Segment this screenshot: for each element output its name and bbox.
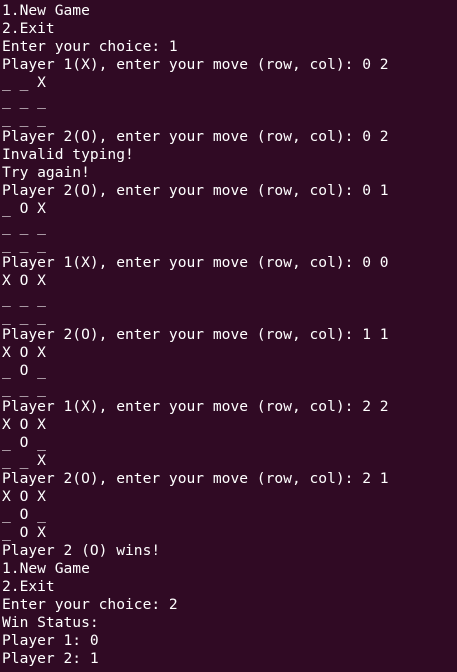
move-prompt: Player 2(O), enter your move (row, col):… xyxy=(2,182,389,199)
board-row: _ O X xyxy=(2,524,46,541)
board-row: _ _ _ xyxy=(2,308,46,325)
player-2-score: Player 2: 1 xyxy=(2,650,99,667)
board-row: X O X xyxy=(2,488,46,505)
menu-option-exit: 2.Exit xyxy=(2,578,55,595)
board-row: _ _ _ xyxy=(2,218,46,235)
move-prompt: Player 2(O), enter your move (row, col):… xyxy=(2,470,389,487)
board-row: _ _ _ xyxy=(2,92,46,109)
menu-option-exit: 2.Exit xyxy=(2,20,55,37)
move-prompt: Player 2(O), enter your move (row, col):… xyxy=(2,326,389,343)
move-prompt: Player 1(X), enter your move (row, col):… xyxy=(2,254,389,271)
player-1-score: Player 1: 0 xyxy=(2,632,99,649)
menu-option-new-game: 1.New Game xyxy=(2,2,90,19)
board-row: _ O _ xyxy=(2,506,46,523)
board-row: _ _ X xyxy=(2,452,46,469)
move-prompt: Player 1(X), enter your move (row, col):… xyxy=(2,398,389,415)
choice-prompt: Enter your choice: 2 xyxy=(2,596,178,613)
winner-message: Player 2 (O) wins! xyxy=(2,542,161,559)
win-status-heading: Win Status: xyxy=(2,614,99,631)
terminal-output: 1.New Game 2.Exit Enter your choice: 1 P… xyxy=(0,0,457,672)
board-row: _ _ _ xyxy=(2,380,46,397)
board-row: _ _ _ xyxy=(2,236,46,253)
board-row: _ O _ xyxy=(2,434,46,451)
board-row: _ _ _ xyxy=(2,110,46,127)
retry-message: Try again! xyxy=(2,164,90,181)
menu-option-new-game: 1.New Game xyxy=(2,560,90,577)
board-row: _ O _ xyxy=(2,362,46,379)
choice-prompt: Enter your choice: 1 xyxy=(2,38,178,55)
board-row: X O X xyxy=(2,344,46,361)
board-row: _ O X xyxy=(2,200,46,217)
board-row: _ _ X xyxy=(2,74,46,91)
board-row: X O X xyxy=(2,272,46,289)
board-row: X O X xyxy=(2,416,46,433)
move-prompt: Player 2(O), enter your move (row, col):… xyxy=(2,128,389,145)
board-row: _ _ _ xyxy=(2,290,46,307)
error-message: Invalid typing! xyxy=(2,146,134,163)
move-prompt: Player 1(X), enter your move (row, col):… xyxy=(2,56,389,73)
